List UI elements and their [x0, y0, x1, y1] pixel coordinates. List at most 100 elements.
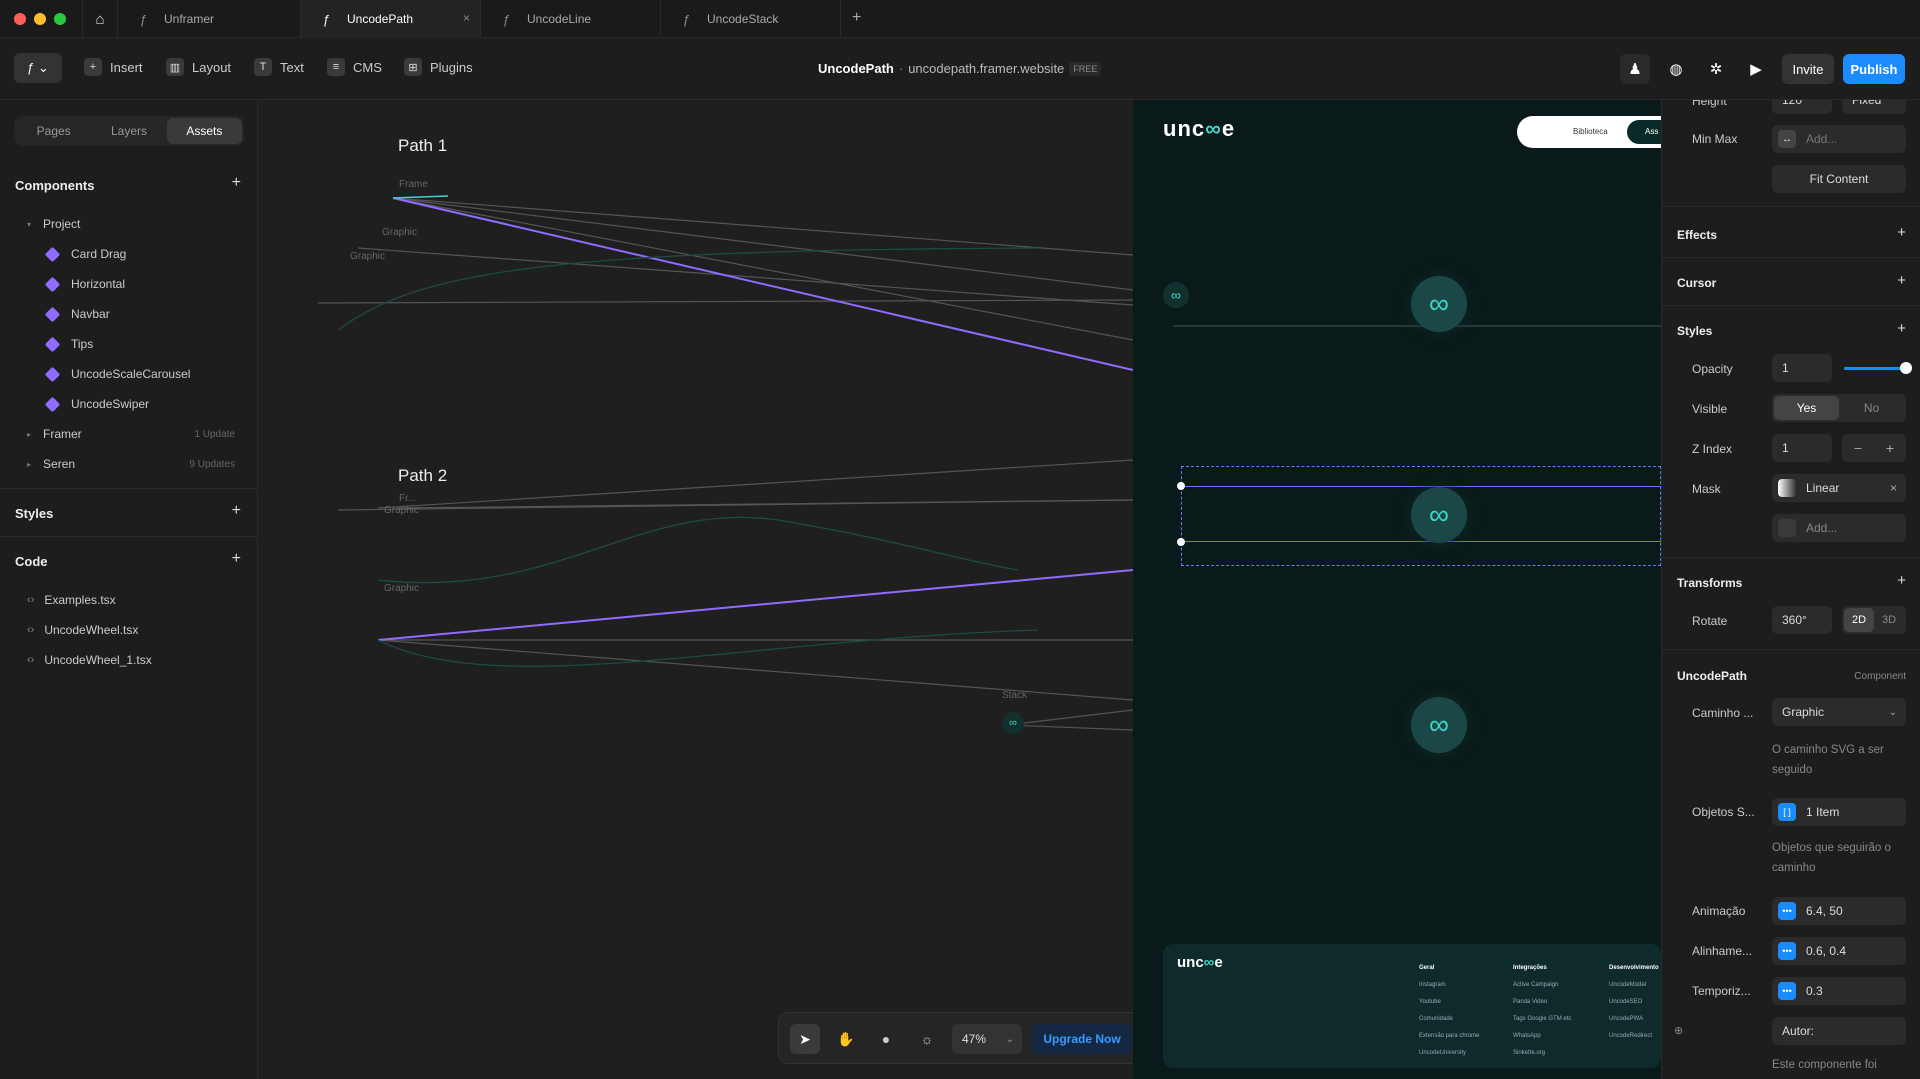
object-icon: •••: [1778, 942, 1796, 960]
resize-handle[interactable]: [1177, 538, 1185, 546]
mask-field[interactable]: Linear ×: [1772, 474, 1906, 502]
resize-handle[interactable]: [1177, 482, 1185, 490]
play-icon[interactable]: ▶: [1741, 54, 1771, 84]
close-window-button[interactable]: [14, 13, 26, 25]
home-icon[interactable]: ⌂: [82, 0, 118, 38]
animacao-label: Animação: [1692, 904, 1746, 918]
autor-field[interactable]: Autor:: [1772, 1017, 1906, 1045]
alinhamento-field[interactable]: ••• 0.6, 0.4: [1772, 937, 1906, 965]
tab-layers[interactable]: Layers: [91, 118, 166, 144]
zoom-select[interactable]: 47% ⌄: [952, 1024, 1022, 1054]
code-file-examples[interactable]: ‹› Examples.tsx: [27, 593, 116, 607]
toggle-2d[interactable]: 2D: [1844, 608, 1874, 632]
add-effect-icon[interactable]: +: [1897, 224, 1906, 241]
animacao-field[interactable]: ••• 6.4, 50: [1772, 897, 1906, 925]
close-tab-icon[interactable]: ×: [463, 11, 470, 25]
caminho-select[interactable]: Graphic ⌄: [1772, 698, 1906, 726]
chevron-right-icon: ▸: [27, 459, 32, 469]
add-cursor-icon[interactable]: +: [1897, 272, 1906, 289]
comment-icon[interactable]: ●: [871, 1024, 901, 1054]
path2-title[interactable]: Path 2: [398, 466, 447, 486]
new-tab-icon[interactable]: +: [852, 9, 861, 27]
plus-icon[interactable]: +: [1886, 440, 1894, 456]
minimize-window-button[interactable]: [34, 13, 46, 25]
tab-uncodestack[interactable]: ƒ UncodeStack: [661, 0, 841, 38]
folder-project[interactable]: ▾ Project: [27, 217, 80, 231]
folder-seren[interactable]: ▸ Seren: [27, 457, 75, 471]
opacity-slider[interactable]: [1844, 367, 1906, 370]
rotate-input[interactable]: 360°: [1772, 606, 1832, 634]
component-horizontal[interactable]: Horizontal: [44, 276, 125, 292]
minmax-add[interactable]: ↔ Add...: [1772, 125, 1906, 153]
component-uncodescalecarousel[interactable]: UncodeScaleCarousel: [44, 366, 190, 382]
close-icon[interactable]: ×: [1890, 481, 1897, 495]
info-icon[interactable]: ⊕: [1674, 1024, 1683, 1037]
toggle-3d[interactable]: 3D: [1874, 608, 1904, 632]
chevron-down-icon: ⌄: [1888, 706, 1897, 718]
height-input[interactable]: 120: [1772, 100, 1832, 114]
add-component-icon[interactable]: +: [232, 174, 241, 192]
nav-button[interactable]: Ass: [1627, 120, 1661, 144]
temporiz-field[interactable]: ••• 0.3: [1772, 977, 1906, 1005]
plugins-button[interactable]: ⊞ Plugins: [404, 58, 473, 76]
assets-panel: Pages Layers Assets Components + ▾ Projec…: [0, 100, 258, 1079]
design-canvas[interactable]: Path 1 Frame Graphic Graphic Path 2 Fr..…: [258, 100, 1133, 1079]
tab-uncodepath[interactable]: ƒ UncodePath ×: [301, 0, 481, 38]
chevron-down-icon: ▾: [27, 219, 32, 229]
link-icon[interactable]: ∞: [1002, 712, 1024, 734]
plus-icon: +: [84, 58, 102, 76]
add-transform-icon[interactable]: +: [1897, 572, 1906, 589]
code-file-uncodewheel[interactable]: ‹› UncodeWheel.tsx: [27, 623, 138, 637]
tab-assets[interactable]: Assets: [166, 118, 242, 144]
project-title[interactable]: UncodePath · uncodepath.framer.website F…: [818, 61, 1102, 76]
fit-content-button[interactable]: Fit Content: [1772, 165, 1906, 193]
cms-button[interactable]: ≡ CMS: [327, 58, 382, 76]
add-style-icon[interactable]: +: [232, 502, 241, 520]
settings-icon[interactable]: ✲: [1701, 54, 1731, 84]
cursor-tool-icon[interactable]: ➤: [790, 1024, 820, 1054]
component-icon: [44, 276, 61, 292]
opacity-input[interactable]: 1: [1772, 354, 1832, 382]
visible-label: Visible: [1692, 402, 1728, 416]
toolbar: ƒ ⌄ + Insert ▥ Layout T Text ≡ CMS ⊞ Plugins …: [0, 38, 1920, 100]
upgrade-button[interactable]: Upgrade Now: [1032, 1024, 1132, 1054]
objetos-field[interactable]: [ ] 1 Item: [1772, 798, 1906, 826]
layout-button[interactable]: ▥ Layout: [166, 58, 231, 76]
component-navbar[interactable]: Navbar: [44, 306, 110, 322]
add-code-icon[interactable]: +: [232, 550, 241, 568]
visible-no[interactable]: No: [1839, 396, 1904, 420]
component-card-drag[interactable]: Card Drag: [44, 246, 126, 262]
site-preview[interactable]: unc∞e Biblioteca Ass ∞ ∞ ∞ ∞ unc∞e Geral…: [1133, 100, 1661, 1079]
mask-add[interactable]: Add...: [1772, 514, 1906, 542]
framer-menu-button[interactable]: ƒ ⌄: [14, 53, 62, 83]
styles-heading: Styles: [1677, 324, 1713, 338]
hand-tool-icon[interactable]: ✋: [831, 1024, 861, 1054]
add-style-icon[interactable]: +: [1897, 320, 1906, 337]
component-icon: [44, 366, 61, 382]
text-button[interactable]: T Text: [254, 58, 304, 76]
publish-button[interactable]: Publish: [1843, 54, 1905, 84]
site-logo[interactable]: unc∞e: [1163, 116, 1235, 142]
zindex-input[interactable]: 1: [1772, 434, 1832, 462]
tab-uncodeline[interactable]: ƒ UncodeLine: [481, 0, 661, 38]
tab-pages[interactable]: Pages: [16, 118, 91, 144]
minus-icon[interactable]: −: [1854, 440, 1862, 456]
panel-tabs: Pages Layers Assets: [14, 116, 244, 146]
component-tips[interactable]: Tips: [44, 336, 93, 352]
opacity-slider-thumb[interactable]: [1900, 362, 1912, 374]
path1-title[interactable]: Path 1: [398, 136, 447, 156]
invite-button[interactable]: Invite: [1782, 54, 1834, 84]
visible-yes[interactable]: Yes: [1774, 396, 1839, 420]
globe-icon[interactable]: ◍: [1661, 54, 1691, 84]
user-avatar[interactable]: ♟: [1620, 54, 1650, 84]
code-file-uncodewheel-1[interactable]: ‹› UncodeWheel_1.tsx: [27, 653, 152, 667]
tab-unframer[interactable]: ƒ Unframer: [118, 0, 301, 38]
folder-framer[interactable]: ▸ Framer: [27, 427, 82, 441]
brightness-icon[interactable]: ☼: [912, 1024, 942, 1054]
height-mode-select[interactable]: Fixed: [1842, 100, 1906, 114]
nav-link[interactable]: Biblioteca: [1573, 127, 1608, 136]
divider: [0, 536, 258, 537]
component-uncodeswiper[interactable]: UncodeSwiper: [44, 396, 149, 412]
maximize-window-button[interactable]: [54, 13, 66, 25]
insert-button[interactable]: + Insert: [84, 58, 143, 76]
